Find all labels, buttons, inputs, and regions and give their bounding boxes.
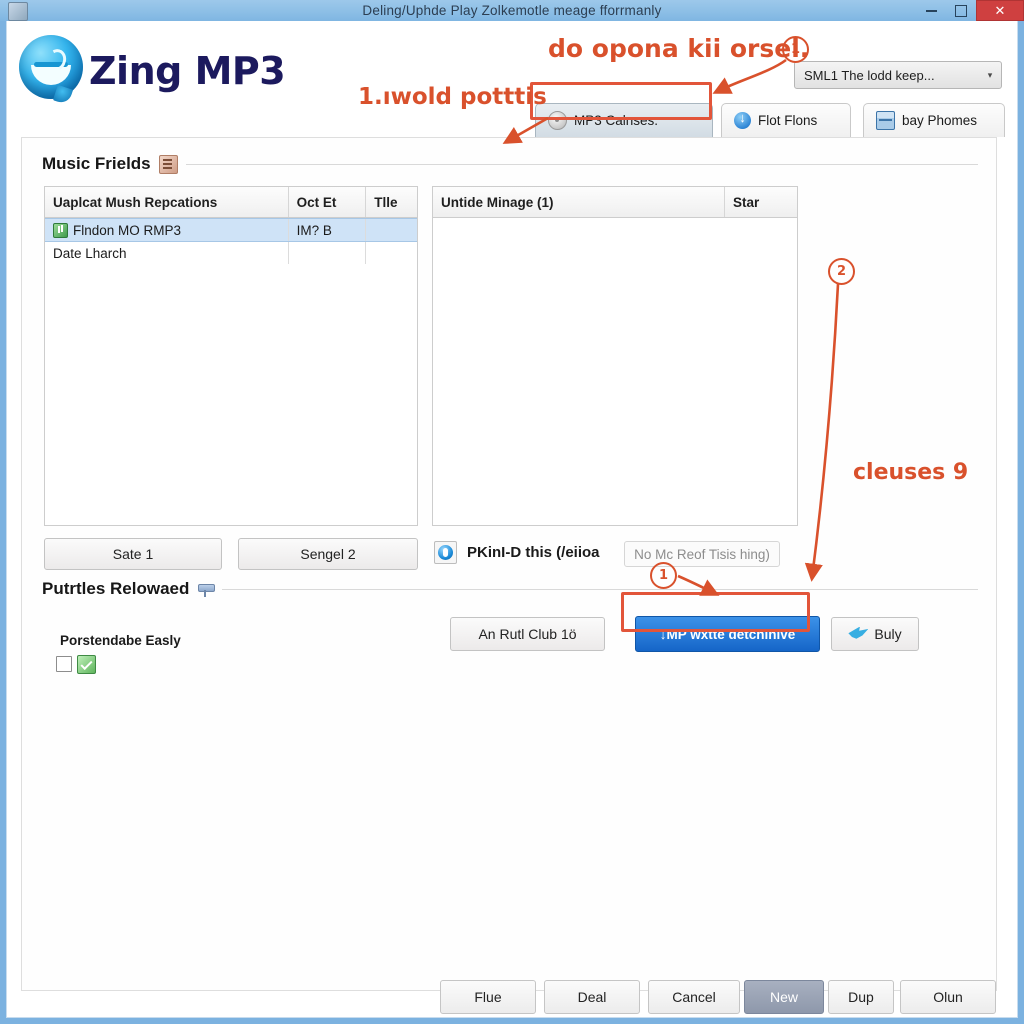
row-name-cell: Flndon MO RMP3 <box>45 219 289 241</box>
annotation-note-right: cleuses 9 <box>853 460 969 485</box>
zing-mp3-smiley-logo <box>19 35 89 106</box>
green-check-icon[interactable] <box>77 655 96 674</box>
tab-flot-flons[interactable]: Flot Flons <box>721 103 851 137</box>
minimize-button[interactable] <box>916 0 946 21</box>
row-type-cell: IM? B <box>289 219 367 241</box>
mp3-file-icon <box>53 222 68 238</box>
sate-1-button[interactable]: Sate 1 <box>44 538 222 570</box>
account-dropdown[interactable]: SML1 The lodd keep... ▾ <box>794 61 1002 89</box>
client-area: Zing MP3 SML1 The lodd keep... ▾ MP3 Cal… <box>6 21 1018 1018</box>
cancel-button[interactable]: Cancel <box>648 980 740 1014</box>
pin-icon <box>197 581 216 598</box>
note-icon <box>158 154 178 174</box>
footer-bar: Flue Deal Cancel New Dup Olun <box>0 980 1024 1024</box>
annotation-marker-1-bottom: 1 <box>650 562 677 589</box>
sengel-2-button[interactable]: Sengel 2 <box>238 538 418 570</box>
table-row[interactable]: Date Lharch <box>45 242 417 264</box>
chevron-down-icon: ▾ <box>987 69 993 80</box>
music-files-list[interactable]: Uaplcat Mush Repcations Oct Et Tlle Flnd… <box>44 186 418 526</box>
column-star[interactable]: Star <box>725 187 797 217</box>
music-files-list-header: Uaplcat Mush Repcations Oct Et Tlle <box>45 187 417 218</box>
table-row[interactable]: Flndon MO RMP3 IM? B <box>45 218 417 242</box>
flue-button[interactable]: Flue <box>440 980 536 1014</box>
close-button[interactable]: ✕ <box>976 0 1024 21</box>
minimize-icon <box>925 9 937 12</box>
tab-mp3-calnses-label: MP3 Calnses. <box>574 113 659 128</box>
new-button[interactable]: New <box>744 980 824 1014</box>
deal-button[interactable]: Deal <box>544 980 640 1014</box>
row-extra-cell <box>366 242 417 264</box>
account-dropdown-value: SML1 The lodd keep... <box>804 67 935 83</box>
title-bar: Deling/Uphde Play Zolkemotle meage fforr… <box>0 0 1024 21</box>
tab-bay-phomes-label: bay Phomes <box>902 113 978 128</box>
tab-strip: MP3 Calnses. Flot Flons bay Phomes <box>535 103 1005 137</box>
twitter-bird-icon <box>848 626 869 639</box>
window-title: Deling/Uphde Play Zolkemotle meage fforr… <box>362 3 662 18</box>
mp-write-button[interactable]: ↓MP wxtte detcninive <box>635 616 820 652</box>
untide-minage-list-header: Untide Minage (1) Star <box>433 187 797 218</box>
pkinid-option-row[interactable]: PKinI-D this (/eiioa <box>434 541 600 564</box>
profiles-caption: Porstendabe Easly <box>60 633 181 648</box>
column-uaplcat-mush-repcations[interactable]: Uaplcat Mush Repcations <box>45 187 289 217</box>
annotation-marker-2: 2 <box>828 258 855 285</box>
row-name-text: Flndon MO RMP3 <box>73 222 182 238</box>
tab-flot-flons-label: Flot Flons <box>758 113 818 128</box>
group-title-profiles: Putrtles Relowaed <box>42 579 190 598</box>
profiles-checkbox[interactable] <box>56 656 72 672</box>
column-oct-et[interactable]: Oct Et <box>289 187 367 217</box>
maximize-icon <box>955 4 967 17</box>
column-tlle[interactable]: Tlle <box>366 187 417 217</box>
group-divider <box>185 163 978 165</box>
tab-bay-phomes[interactable]: bay Phomes <box>863 103 1005 137</box>
row-type-cell <box>289 242 367 264</box>
group-header-profiles: Putrtles Relowaed <box>42 579 978 599</box>
row-name-cell: Date Lharch <box>45 242 289 264</box>
blue-info-icon <box>434 541 457 564</box>
no-reference-hint: No Mc Reof Tisis hing) <box>624 541 780 567</box>
pkinid-option-label: PKinI-D this (/eiioa <box>467 544 600 561</box>
annotation-note-left: 1.ıwold potttis <box>358 84 547 110</box>
brand-title: Zing MP3 <box>89 49 286 93</box>
dup-button[interactable]: Dup <box>828 980 894 1014</box>
tab-mp3-calnses[interactable]: MP3 Calnses. <box>535 103 713 137</box>
annotation-note-top: do opona kii orsel. <box>548 34 810 63</box>
app-window: Deling/Uphde Play Zolkemotle meage fforr… <box>0 0 1024 1024</box>
group-header-music-fields: Music Frields <box>42 154 978 174</box>
logo-tail <box>52 84 74 106</box>
disc-icon <box>548 111 567 130</box>
olun-button[interactable]: Olun <box>900 980 996 1014</box>
an-rutl-club-button[interactable]: An Rutl Club 1ö <box>450 617 605 651</box>
maximize-button[interactable] <box>946 0 976 21</box>
buly-button[interactable]: Buly <box>831 617 919 651</box>
untide-minage-list[interactable]: Untide Minage (1) Star <box>432 186 798 526</box>
calendar-box-icon <box>876 111 895 130</box>
group-divider <box>222 588 978 590</box>
group-title-music-fields: Music Frields <box>42 154 151 173</box>
row-extra-cell <box>366 219 417 241</box>
window-controls: ✕ <box>916 0 1024 21</box>
column-untide-minage[interactable]: Untide Minage (1) <box>433 187 725 217</box>
music-files-list-body: Flndon MO RMP3 IM? B Date Lharch <box>45 218 417 264</box>
annotation-marker-1-top: 1 <box>782 36 809 63</box>
download-circle-icon <box>734 110 751 129</box>
buly-button-label: Buly <box>874 626 902 642</box>
